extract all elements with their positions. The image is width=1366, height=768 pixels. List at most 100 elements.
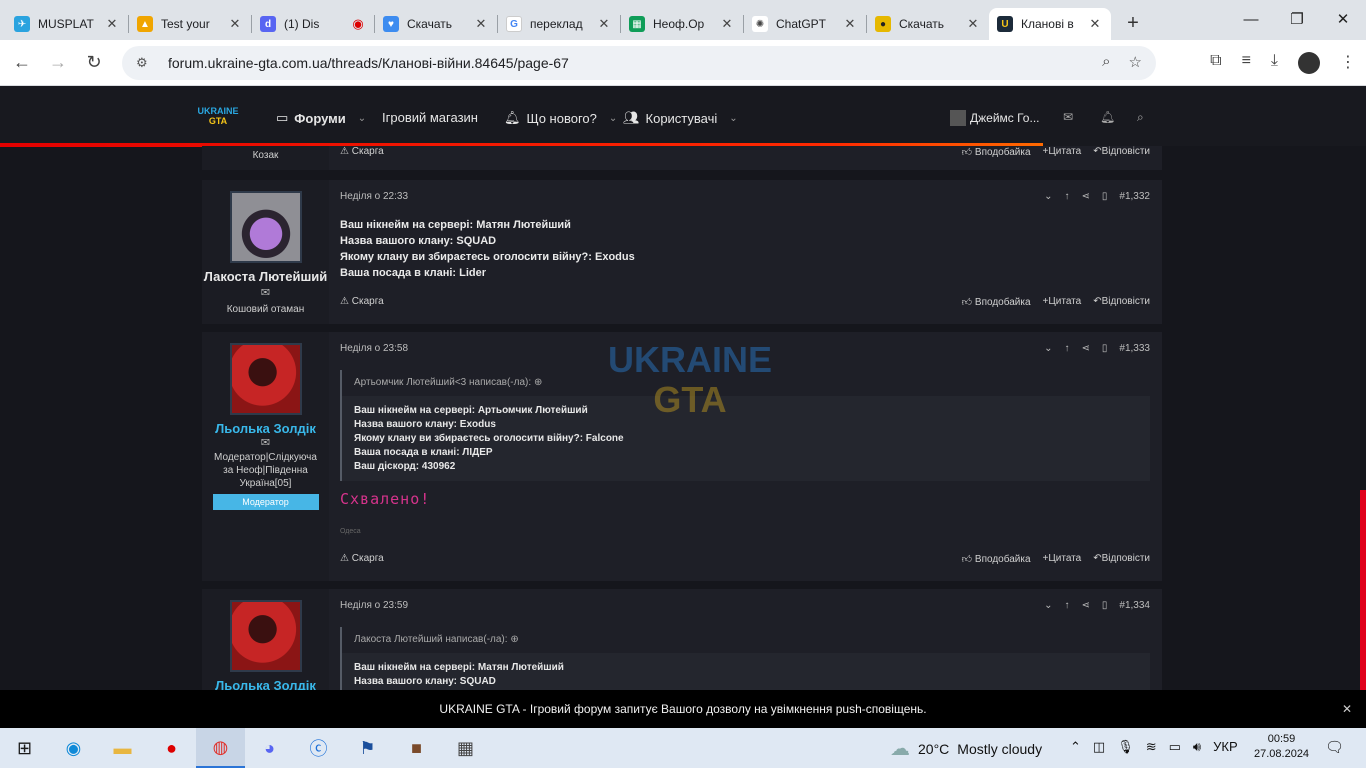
quote-header[interactable]: Лакоста Лютейший написав(-ла): ⊕: [342, 627, 1150, 653]
post-number[interactable]: #1,332: [1119, 191, 1150, 202]
tab-download-1[interactable]: ♥ Скачать ✕: [375, 8, 497, 40]
quote-link[interactable]: +Цитата: [1043, 146, 1082, 158]
wifi-icon[interactable]: ≋: [1146, 739, 1157, 755]
mail-icon[interactable]: ✉: [261, 287, 270, 299]
author-name[interactable]: Лакоста Лютейший ✉: [202, 269, 329, 301]
reply-link[interactable]: ↶Відповісти: [1093, 146, 1150, 158]
tab-musplat[interactable]: ✈ MUSPLAT ✕: [6, 8, 128, 40]
close-icon[interactable]: ✕: [227, 16, 243, 32]
close-icon[interactable]: ✕: [965, 16, 981, 32]
bookmark-icon[interactable]: ▯: [1102, 191, 1108, 202]
chevron-down-icon[interactable]: ⌄: [1044, 191, 1052, 202]
report-link[interactable]: ⚠ Скарга: [340, 296, 384, 307]
search-icon[interactable]: ⌕: [1137, 110, 1144, 125]
close-icon[interactable]: ✕: [596, 16, 612, 32]
reload-icon[interactable]: ↻: [76, 52, 112, 73]
like-link[interactable]: 👍︎ Вподобайка: [962, 553, 1031, 565]
inbox-icon[interactable]: ✉: [1063, 110, 1073, 124]
clock[interactable]: 00:59 27.08.2024: [1254, 732, 1309, 762]
arrow-up-icon[interactable]: ↑: [1065, 343, 1070, 354]
mail-icon[interactable]: ✉: [202, 436, 329, 449]
back-icon[interactable]: ←: [4, 52, 40, 73]
post-number[interactable]: #1,333: [1119, 343, 1150, 354]
account-menu[interactable]: Джеймс Го...: [950, 110, 1040, 126]
close-icon[interactable]: ✕: [1342, 690, 1352, 728]
notifications-icon[interactable]: 🗨︎: [1325, 738, 1344, 756]
restore-icon[interactable]: ❐: [1274, 0, 1320, 40]
nav-forums[interactable]: ▭ Форуми ⌄: [276, 110, 366, 126]
game-icon[interactable]: ■: [392, 728, 441, 768]
new-tab-button[interactable]: +: [1121, 12, 1145, 35]
tab-discord[interactable]: d (1) Dis ◉: [252, 8, 374, 40]
microphone-icon[interactable]: 🎙︎: [1117, 739, 1134, 755]
windows-start-icon[interactable]: ⊞: [0, 728, 49, 768]
chevron-down-icon[interactable]: ⌄: [1044, 600, 1052, 611]
forward-icon[interactable]: →: [40, 52, 76, 73]
tab-translate[interactable]: Gпереклад ✕: [498, 8, 620, 40]
minimize-icon[interactable]: —: [1228, 0, 1274, 40]
post-date[interactable]: Неділя о 23:58: [340, 343, 408, 354]
close-icon[interactable]: ✕: [1087, 16, 1103, 32]
reply-link[interactable]: ↶Відповісти: [1093, 296, 1150, 308]
arrow-up-circle-icon[interactable]: ⊕: [534, 377, 542, 388]
avatar[interactable]: [229, 343, 302, 415]
close-icon[interactable]: ✕: [842, 16, 858, 32]
nav-shop[interactable]: Ігровий магазин: [382, 110, 478, 125]
extensions-icon[interactable]: ⧉: [1210, 52, 1221, 74]
record-icon[interactable]: ◉: [350, 16, 366, 32]
avatar[interactable]: [229, 600, 302, 672]
bookmark-icon[interactable]: ▯: [1102, 343, 1108, 354]
tab-sheets[interactable]: ▦ Неоф.Ор ✕: [621, 8, 743, 40]
download-icon[interactable]: ⤓: [1271, 52, 1278, 74]
author-name[interactable]: Льолька Золдік: [202, 421, 329, 436]
launcher-icon[interactable]: ⚑: [343, 728, 392, 768]
share-icon[interactable]: ⋖: [1082, 191, 1090, 202]
report-link[interactable]: ⚠ Скарга: [340, 553, 384, 564]
post-date[interactable]: Неділя о 23:59: [340, 600, 408, 611]
arrow-up-icon[interactable]: ↑: [1065, 191, 1070, 202]
edge-icon[interactable]: ◉: [49, 728, 98, 768]
close-window-icon[interactable]: ✕: [1320, 0, 1366, 40]
quote-link[interactable]: +Цитата: [1043, 296, 1082, 308]
quote-link[interactable]: +Цитата: [1043, 553, 1082, 565]
like-link[interactable]: 👍︎ Вподобайка: [962, 296, 1031, 308]
report-link[interactable]: ⚠ Скарга: [340, 146, 384, 157]
zoom-icon[interactable]: ⌕: [1102, 53, 1110, 71]
recorder-icon[interactable]: ●: [147, 728, 196, 768]
language-indicator[interactable]: УКР: [1213, 739, 1238, 755]
tab-chatgpt[interactable]: ✺ ChatGPT ✕: [744, 8, 866, 40]
battery-icon[interactable]: ▭: [1169, 739, 1181, 755]
like-link[interactable]: 👍︎ Вподобайка: [962, 146, 1031, 158]
nav-whats-new[interactable]: 🔔︎ Що нового? ⌄: [504, 110, 617, 126]
chevron-down-icon[interactable]: ⌄: [1044, 343, 1052, 354]
tab-test[interactable]: ▲ Test your ✕: [129, 8, 251, 40]
bookmark-icon[interactable]: ▯: [1102, 600, 1108, 611]
camera-icon[interactable]: ◫: [1093, 739, 1105, 755]
address-bar[interactable]: ⚙ forum.ukraine-gta.com.ua/threads/Клано…: [122, 46, 1156, 80]
weather-widget[interactable]: ☁ 20°C Mostly cloudy: [890, 736, 1042, 761]
forum-logo[interactable]: UKRAINE GTA: [196, 106, 240, 128]
media-icon[interactable]: ≡: [1242, 52, 1251, 74]
share-icon[interactable]: ⋖: [1082, 343, 1090, 354]
quote-header[interactable]: Артьомчик Лютейший<3 написав(-ла): ⊕: [342, 370, 1150, 396]
nav-users[interactable]: 👥︎ Користувачі ⌄: [623, 110, 738, 126]
reply-link[interactable]: ↶Відповісти: [1093, 553, 1150, 565]
close-icon[interactable]: ✕: [104, 16, 120, 32]
tab-clan-wars[interactable]: U Кланові в ✕: [989, 8, 1111, 40]
calculator-icon[interactable]: ▦: [441, 728, 490, 768]
discord-icon[interactable]: ◕: [245, 728, 294, 768]
chevron-up-icon[interactable]: ⌃: [1070, 739, 1081, 755]
file-explorer-icon[interactable]: ▬: [98, 728, 147, 768]
author-name[interactable]: Льолька Золдік: [202, 678, 329, 690]
chrome-icon[interactable]: ◍: [196, 728, 245, 768]
alerts-bell-icon[interactable]: 🔔︎: [1100, 110, 1115, 124]
share-icon[interactable]: ⋖: [1082, 600, 1090, 611]
close-icon[interactable]: ✕: [719, 16, 735, 32]
site-info-icon[interactable]: ⚙: [136, 55, 154, 71]
avatar[interactable]: [229, 191, 302, 263]
menu-icon[interactable]: ⋮: [1340, 52, 1356, 74]
profile-avatar[interactable]: [1298, 52, 1320, 74]
arrow-up-icon[interactable]: ↑: [1065, 600, 1070, 611]
close-icon[interactable]: ✕: [473, 16, 489, 32]
tab-download-2[interactable]: ● Скачать ✕: [867, 8, 989, 40]
